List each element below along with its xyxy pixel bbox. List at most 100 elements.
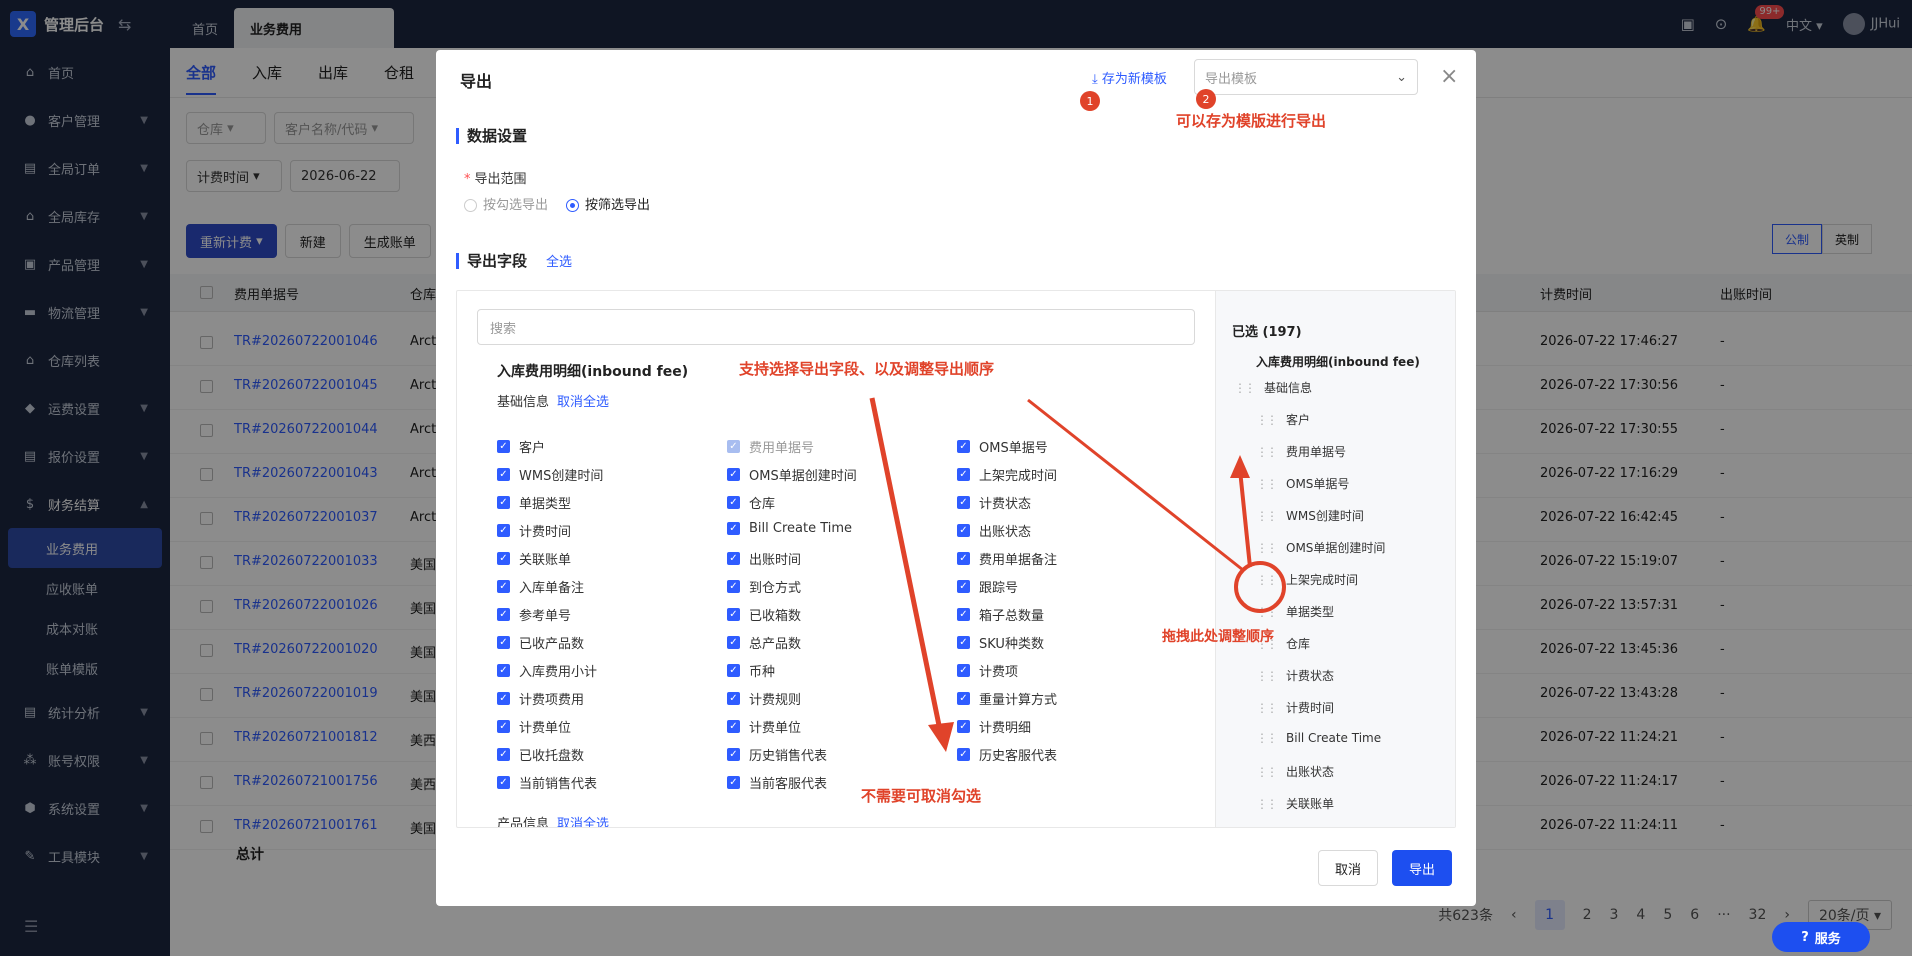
field-checkbox[interactable]: ✓ SKU种类数 xyxy=(957,633,1044,652)
drag-handle-icon[interactable]: ⋮⋮ xyxy=(1234,381,1256,395)
selected-field-item[interactable]: ⋮⋮ 关联账单 xyxy=(1256,795,1334,812)
drag-handle-icon[interactable]: ⋮⋮ xyxy=(1256,605,1278,619)
field-label: OMS单据创建时间 xyxy=(749,469,857,484)
export-button[interactable]: 导出 xyxy=(1392,850,1452,886)
selected-field-item[interactable]: ⋮⋮ 上架完成时间 xyxy=(1256,571,1358,588)
selected-field-item[interactable]: ⋮⋮ Bill Create Time xyxy=(1256,731,1381,745)
radio-by-check[interactable]: 按勾选导出 xyxy=(464,194,548,213)
selected-field-item[interactable]: ⋮⋮ 客户 xyxy=(1256,411,1310,428)
cancel-button[interactable]: 取消 xyxy=(1318,850,1378,886)
save-template-button[interactable]: ⤓ 存为新模板 xyxy=(1092,68,1167,87)
radio-by-check-label: 按勾选导出 xyxy=(483,198,549,213)
field-checkbox[interactable]: ✓ 当前客服代表 xyxy=(727,773,827,792)
selected-subgroup[interactable]: ⋮⋮ 基础信息 xyxy=(1234,379,1312,396)
checkmark-icon: ✓ xyxy=(497,636,510,649)
drag-handle-icon[interactable]: ⋮⋮ xyxy=(1256,541,1278,555)
field-checkbox[interactable]: ✓ OMS单据号 xyxy=(957,437,1048,456)
drag-handle-icon[interactable]: ⋮⋮ xyxy=(1256,413,1278,427)
field-checkbox[interactable]: ✓ 出账状态 xyxy=(957,521,1031,540)
product-cancel-select-link[interactable]: 取消全选 xyxy=(557,817,609,827)
drag-handle-icon[interactable]: ⋮⋮ xyxy=(1256,765,1278,779)
field-label: 跟踪号 xyxy=(979,581,1019,596)
selected-field-label: 关联账单 xyxy=(1286,797,1335,811)
field-checkbox[interactable]: ✓ 当前销售代表 xyxy=(497,773,597,792)
select-all-link[interactable]: 全选 xyxy=(546,251,572,270)
drag-handle-icon[interactable]: ⋮⋮ xyxy=(1256,445,1278,459)
drag-handle-icon[interactable]: ⋮⋮ xyxy=(1256,477,1278,491)
checkmark-icon: ✓ xyxy=(497,720,510,733)
checkmark-icon: ✓ xyxy=(957,552,970,565)
field-search-input[interactable]: 搜索 xyxy=(477,309,1195,345)
field-checkbox[interactable]: ✓ 箱子总数量 xyxy=(957,605,1044,624)
field-label: 计费时间 xyxy=(519,525,572,540)
field-checkbox[interactable]: ✓ 入库费用小计 xyxy=(497,661,597,680)
drag-handle-icon[interactable]: ⋮⋮ xyxy=(1256,669,1278,683)
field-checkbox[interactable]: ✓ 参考单号 xyxy=(497,605,571,624)
field-checkbox[interactable]: ✓ 客户 xyxy=(497,437,545,456)
service-button[interactable]: ? 服务 xyxy=(1772,922,1870,952)
range-label-text: 导出范围 xyxy=(474,172,527,187)
basic-cancel-select-link[interactable]: 取消全选 xyxy=(557,395,609,410)
selected-field-item[interactable]: ⋮⋮ WMS创建时间 xyxy=(1256,507,1364,524)
field-checkbox[interactable]: ✓ 计费时间 xyxy=(497,521,571,540)
field-checkbox[interactable]: ✓ OMS单据创建时间 xyxy=(727,465,857,484)
field-checkbox[interactable]: ✓ 到仓方式 xyxy=(727,577,801,596)
field-checkbox[interactable]: ✓ 计费状态 xyxy=(957,493,1031,512)
field-checkbox[interactable]: ✓ 费用单据备注 xyxy=(957,549,1057,568)
drag-handle-icon[interactable]: ⋮⋮ xyxy=(1256,509,1278,523)
field-checkbox[interactable]: ✓ 历史销售代表 xyxy=(727,745,827,764)
field-label: 重量计算方式 xyxy=(979,693,1058,708)
export-fields-title: 导出字段 xyxy=(456,253,527,269)
selected-field-item[interactable]: ⋮⋮ OMS单据创建时间 xyxy=(1256,539,1385,556)
checkmark-icon: ✓ xyxy=(957,608,970,621)
field-label: 入库费用小计 xyxy=(519,665,598,680)
selected-field-item[interactable]: ⋮⋮ 出账状态 xyxy=(1256,763,1334,780)
selected-group-title: 入库费用明细(inbound fee) xyxy=(1256,355,1420,369)
selected-field-item[interactable]: ⋮⋮ 费用单据号 xyxy=(1256,443,1346,460)
checkmark-icon: ✓ xyxy=(497,608,510,621)
checkmark-icon: ✓ xyxy=(727,580,740,593)
field-checkbox[interactable]: ✓ 入库单备注 xyxy=(497,577,584,596)
selected-field-item[interactable]: ⋮⋮ 计费时间 xyxy=(1256,699,1334,716)
field-checkbox[interactable]: ✓ Bill Create Time xyxy=(727,521,852,536)
field-checkbox[interactable]: ✓ 关联账单 xyxy=(497,549,571,568)
drag-handle-icon[interactable]: ⋮⋮ xyxy=(1256,701,1278,715)
field-checkbox[interactable]: ✓ 已收托盘数 xyxy=(497,745,584,764)
field-checkbox[interactable]: ✓ 跟踪号 xyxy=(957,577,1018,596)
field-checkbox[interactable]: ✓ WMS创建时间 xyxy=(497,465,603,484)
selected-field-item[interactable]: ⋮⋮ OMS单据号 xyxy=(1256,475,1349,492)
checkmark-icon: ✓ xyxy=(957,580,970,593)
field-checkbox[interactable]: ✓ 已收产品数 xyxy=(497,633,584,652)
field-checkbox[interactable]: ✓ 重量计算方式 xyxy=(957,689,1057,708)
selected-field-item[interactable]: ⋮⋮ 计费状态 xyxy=(1256,667,1334,684)
field-checkbox[interactable]: ✓ 计费单位 xyxy=(497,717,571,736)
drag-handle-icon[interactable]: ⋮⋮ xyxy=(1256,731,1278,745)
field-checkbox[interactable]: ✓ 上架完成时间 xyxy=(957,465,1057,484)
template-select[interactable]: 导出模板 ⌄ xyxy=(1194,59,1418,95)
field-checkbox[interactable]: ✓ 计费明细 xyxy=(957,717,1031,736)
drag-handle-icon[interactable]: ⋮⋮ xyxy=(1256,573,1278,587)
field-label: WMS创建时间 xyxy=(519,469,604,484)
checkmark-icon: ✓ xyxy=(497,468,510,481)
field-checkbox[interactable]: ✓ 出账时间 xyxy=(727,549,801,568)
field-checkbox[interactable]: ✓ 计费单位 xyxy=(727,717,801,736)
field-checkbox[interactable]: ✓ 币种 xyxy=(727,661,775,680)
selected-count: 已选 (197) xyxy=(1232,325,1302,340)
checkmark-icon: ✓ xyxy=(727,608,740,621)
selected-field-item[interactable]: ⋮⋮ 单据类型 xyxy=(1256,603,1334,620)
drag-handle-icon[interactable]: ⋮⋮ xyxy=(1256,797,1278,811)
field-checkbox[interactable]: ✓ 计费规则 xyxy=(727,689,801,708)
radio-by-filter[interactable]: 按筛选导出 xyxy=(566,194,650,213)
field-checkbox[interactable]: ✓ 计费项 xyxy=(957,661,1018,680)
checkmark-icon: ✓ xyxy=(957,692,970,705)
selected-field-label: 计费状态 xyxy=(1286,669,1335,683)
field-checkbox[interactable]: ✓ 历史客服代表 xyxy=(957,745,1057,764)
field-checkbox[interactable]: ✓ 已收箱数 xyxy=(727,605,801,624)
field-checkbox[interactable]: ✓ 总产品数 xyxy=(727,633,801,652)
checkmark-icon: ✓ xyxy=(727,522,740,535)
annotation-fields-hint: 支持选择导出字段、以及调整导出顺序 xyxy=(739,360,995,378)
close-icon[interactable]: × xyxy=(1440,64,1458,89)
field-checkbox[interactable]: ✓ 单据类型 xyxy=(497,493,571,512)
field-checkbox[interactable]: ✓ 仓库 xyxy=(727,493,775,512)
field-checkbox[interactable]: ✓ 计费项费用 xyxy=(497,689,584,708)
